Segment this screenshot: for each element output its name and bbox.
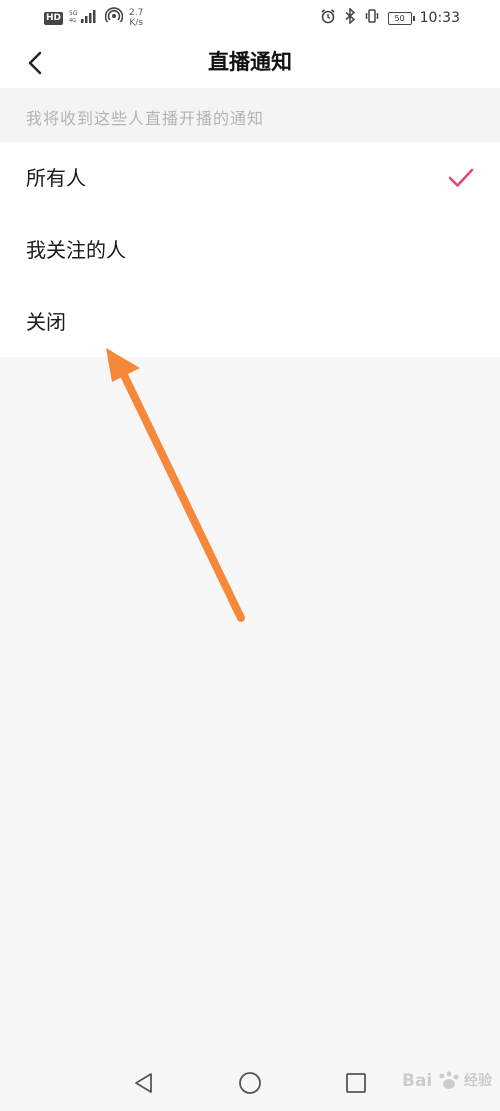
nav-recents-button[interactable]	[342, 1069, 370, 1097]
option-everyone[interactable]: 所有人	[0, 142, 500, 214]
status-bar-left: HD 5G 4G 2.7 K/s	[44, 7, 143, 29]
nav-home-button[interactable]	[236, 1069, 264, 1097]
square-recents-icon	[346, 1073, 366, 1093]
top-navbar: 直播通知	[0, 36, 500, 88]
nav-back-button[interactable]	[130, 1069, 158, 1097]
triangle-back-icon	[135, 1073, 152, 1093]
vibrate-icon	[364, 8, 380, 28]
status-bar: HD 5G 4G 2.7 K/s 50 10:33	[0, 0, 500, 36]
network-speed-value: 2.7	[129, 8, 144, 18]
checkmark-icon	[448, 168, 474, 187]
battery-icon: 50	[387, 11, 415, 25]
section-hint-text: 我将收到这些人直播开播的通知	[26, 109, 265, 128]
bluetooth-icon	[344, 7, 356, 28]
status-bar-right: 50 10:33	[320, 7, 460, 28]
baidu-logo-icon: Bai	[402, 1071, 459, 1091]
watermark: Bai 经验	[402, 1067, 492, 1093]
watermark-text: 经验	[464, 1073, 492, 1089]
option-label: 我关注的人	[26, 238, 126, 262]
option-off[interactable]: 关闭	[0, 286, 500, 358]
alarm-icon	[320, 8, 336, 28]
svg-text:5G: 5G	[69, 10, 78, 17]
svg-text:4G: 4G	[69, 18, 76, 24]
network-speed-unit: K/s	[129, 18, 143, 28]
hotspot-icon	[104, 7, 124, 29]
notification-options-list: 所有人 我关注的人 关闭	[0, 142, 500, 357]
option-label: 所有人	[26, 166, 86, 190]
section-hint: 我将收到这些人直播开播的通知	[0, 88, 500, 142]
network-speed: 2.7 K/s	[129, 8, 143, 28]
page-title: 直播通知	[208, 50, 292, 74]
option-label: 关闭	[26, 310, 66, 334]
svg-text:Bai: Bai	[402, 1071, 432, 1091]
option-following[interactable]: 我关注的人	[0, 214, 500, 286]
status-time: 10:33	[419, 10, 460, 26]
signal-icon: 5G 4G	[69, 8, 99, 28]
hd-badge: HD	[44, 11, 64, 25]
circle-home-icon	[239, 1072, 261, 1094]
